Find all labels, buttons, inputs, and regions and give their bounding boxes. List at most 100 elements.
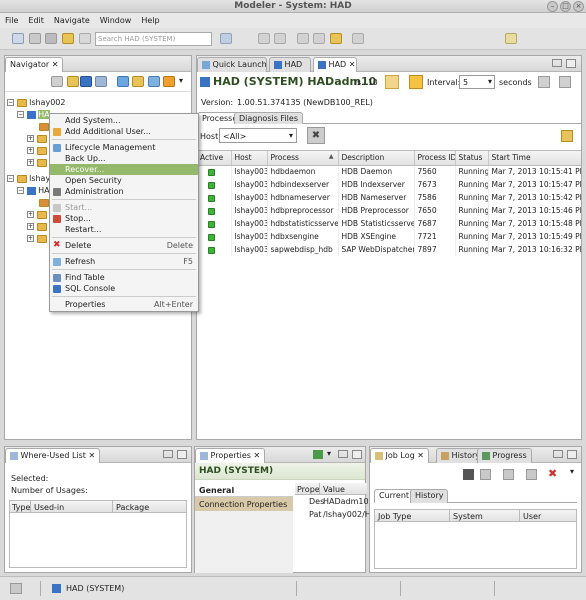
folder-icon[interactable] xyxy=(67,76,79,87)
delete-log-icon[interactable]: ✖ xyxy=(548,467,557,480)
table-row[interactable]: lshay003 hdbindexserver HDB Indexserver 767… xyxy=(197,178,581,191)
menu-window[interactable]: Window xyxy=(95,13,137,28)
menu-open-security[interactable]: Open Security xyxy=(50,175,198,186)
filter-icon[interactable] xyxy=(132,76,144,87)
subtab-diagnosis-files[interactable]: Diagnosis Files xyxy=(234,112,303,124)
open-log-icon[interactable] xyxy=(526,469,537,480)
menu-restart[interactable]: Restart... xyxy=(50,224,198,235)
tree-item-sub6[interactable]: + xyxy=(27,209,47,221)
open-system-icon[interactable] xyxy=(62,33,74,44)
host-select[interactable]: <All> ▾ xyxy=(219,128,297,143)
collapse-toggle-icon[interactable]: − xyxy=(17,187,24,194)
minimize-view-icon[interactable] xyxy=(338,450,348,458)
search-input[interactable]: Search HAD (SYSTEM) xyxy=(95,32,212,46)
sql-icon[interactable] xyxy=(79,33,91,44)
save-all-icon[interactable] xyxy=(45,33,57,44)
table-row[interactable]: lshay003 sapwebdisp_hdb SAP WebDispatcher 7… xyxy=(197,243,581,256)
column-header[interactable]: Job Type xyxy=(378,512,411,521)
tree-item-sub7[interactable]: + xyxy=(27,221,47,233)
menu-administration[interactable]: Administration xyxy=(50,186,198,197)
column-header[interactable]: Value xyxy=(323,485,345,494)
save-icon[interactable] xyxy=(29,33,41,44)
interval-select[interactable]: 5 ▾ xyxy=(459,75,495,89)
tab-where-used[interactable]: Where-Used List ✕ xyxy=(5,448,101,463)
maximize-view-icon[interactable] xyxy=(352,450,362,459)
refresh-icon[interactable] xyxy=(385,75,399,89)
collapse-icon[interactable] xyxy=(51,76,63,87)
view-menu-icon[interactable]: ▾ xyxy=(327,449,331,458)
menu-navigate[interactable]: Navigate xyxy=(49,13,95,28)
config-icon[interactable] xyxy=(163,76,175,87)
menu-start[interactable]: Start... xyxy=(50,202,198,213)
menu-add-system[interactable]: Add System... xyxy=(50,115,198,126)
tree-item-sub2[interactable]: + xyxy=(27,133,47,145)
column-header[interactable]: Process ID xyxy=(414,151,456,166)
nav-icon-4[interactable] xyxy=(313,33,325,44)
tree-item-sub1[interactable] xyxy=(39,121,49,133)
refresh-icon[interactable] xyxy=(148,76,160,87)
tree-item-sub5[interactable] xyxy=(39,197,49,209)
nav-icon[interactable] xyxy=(258,33,270,44)
perspective-icon[interactable] xyxy=(505,33,517,44)
subtab-current[interactable]: Current xyxy=(374,489,415,503)
maximize-button[interactable]: □ xyxy=(560,1,571,12)
layout-icon[interactable] xyxy=(559,76,571,88)
column-header[interactable]: Type xyxy=(12,503,30,512)
maximize-view-icon[interactable] xyxy=(567,450,577,459)
menu-refresh[interactable]: Refresh F5 xyxy=(50,256,198,267)
column-header[interactable]: Start Time xyxy=(488,151,581,166)
close-icon[interactable]: ✕ xyxy=(52,60,59,69)
table-row[interactable]: lshay003 hdbdaemon HDB Daemon 7560 Running Ma… xyxy=(197,165,581,178)
menu-add-additional-user[interactable]: Add Additional User... xyxy=(50,126,198,137)
menu-find-table[interactable]: Find Table xyxy=(50,272,198,283)
expand-toggle-icon[interactable]: + xyxy=(27,147,34,154)
column-header[interactable]: Active xyxy=(197,151,232,166)
menu-file[interactable]: File xyxy=(0,13,23,28)
column-header[interactable]: Prope xyxy=(297,485,320,494)
tab-had-1[interactable]: HAD xyxy=(269,57,311,72)
pause-icon[interactable] xyxy=(409,75,423,89)
expand-toggle-icon[interactable]: + xyxy=(27,211,34,218)
column-header[interactable]: Description xyxy=(338,151,415,166)
column-header[interactable]: Process ▲ xyxy=(267,151,339,166)
nav-icon-3[interactable] xyxy=(297,33,309,44)
forward-icon[interactable] xyxy=(352,33,364,44)
table-row[interactable]: lshay003 hdbnameserver HDB Nameserver 7586 R… xyxy=(197,191,581,204)
cancel-job-icon[interactable] xyxy=(463,469,474,480)
system-icon[interactable] xyxy=(80,76,92,87)
section-connection-properties[interactable]: Connection Properties xyxy=(195,497,293,511)
remove-job-icon[interactable] xyxy=(480,469,491,480)
menu-sql-console[interactable]: SQL Console xyxy=(50,283,198,294)
column-header[interactable]: Used-in xyxy=(34,503,64,512)
connect-icon[interactable] xyxy=(117,76,129,87)
tab-properties[interactable]: Properties ✕ xyxy=(195,448,266,463)
table-row[interactable]: lshay003 hdbstatisticsserver HDB Statistic… xyxy=(197,217,581,230)
table-row[interactable]: Pat /lshay002/H xyxy=(295,508,371,521)
close-icon[interactable]: ✕ xyxy=(254,451,261,460)
column-header[interactable]: Status xyxy=(455,151,489,166)
column-header[interactable]: Host xyxy=(231,151,268,166)
close-icon[interactable]: ✕ xyxy=(349,60,356,69)
menu-recover[interactable]: Recover... xyxy=(50,164,198,175)
close-window-button[interactable]: × xyxy=(573,1,584,12)
remove-all-icon[interactable] xyxy=(503,469,514,480)
tab-had-2[interactable]: HAD ✕ xyxy=(313,57,357,72)
table-row[interactable]: Des HADadm10 xyxy=(295,495,369,508)
tree-item-ha-selected[interactable]: − HA xyxy=(17,109,50,121)
menu-help[interactable]: Help xyxy=(136,13,164,28)
expand-toggle-icon[interactable]: + xyxy=(27,135,34,142)
column-header[interactable]: User xyxy=(523,512,541,521)
menu-back-up[interactable]: Back Up... xyxy=(50,153,198,164)
menu-delete[interactable]: ✖ Delete Delete xyxy=(50,240,198,251)
collapse-toggle-icon[interactable]: − xyxy=(17,111,24,118)
menu-lifecycle-management[interactable]: Lifecycle Management xyxy=(50,142,198,153)
settings-icon[interactable] xyxy=(538,76,550,88)
table-row[interactable]: lshay003 hdbxsengine HDB XSEngine 7721 Runni… xyxy=(197,230,581,243)
tree-item-lshay002[interactable]: − lshay002 xyxy=(7,97,65,109)
minimize-button[interactable]: – xyxy=(547,1,558,12)
collapse-toggle-icon[interactable]: − xyxy=(7,99,14,106)
clear-filter-button[interactable]: ✖ xyxy=(307,127,325,144)
collapse-toggle-icon[interactable]: − xyxy=(7,175,14,182)
pin-icon[interactable] xyxy=(313,450,323,459)
tab-quick-launch[interactable]: Quick Launch xyxy=(197,57,267,72)
